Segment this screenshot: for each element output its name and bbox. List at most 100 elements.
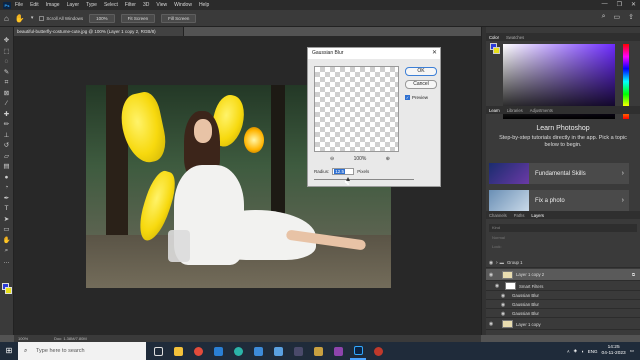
- filter-row[interactable]: ◉ Gaussian Blur: [486, 292, 640, 300]
- visibility-eye-icon[interactable]: ◉: [486, 321, 496, 327]
- eraser-tool-icon[interactable]: ▱: [2, 153, 12, 160]
- fill-screen-button[interactable]: Fill Screen: [161, 13, 197, 23]
- file-explorer-icon[interactable]: [170, 342, 186, 360]
- menu-help[interactable]: Help: [199, 2, 209, 8]
- background-color-swatch[interactable]: [5, 287, 12, 294]
- store-icon[interactable]: [210, 342, 226, 360]
- menu-select[interactable]: Select: [104, 2, 118, 8]
- zoom-out-icon[interactable]: ⊖: [330, 156, 334, 162]
- taskbar-search-input[interactable]: ⌕ Type here to search: [18, 342, 146, 360]
- chevron-up-icon[interactable]: ˄: [567, 349, 570, 354]
- layer-filter-kind[interactable]: Kind: [489, 224, 637, 232]
- menu-view[interactable]: View: [156, 2, 167, 8]
- fit-screen-button[interactable]: Fit Screen: [120, 13, 156, 23]
- brush-tool-icon[interactable]: ✏: [2, 121, 12, 128]
- zoom-level[interactable]: 100%: [18, 336, 28, 341]
- scroll-all-windows-checkbox[interactable]: Scroll All Windows: [39, 15, 83, 21]
- search-icon[interactable]: ⌕: [602, 13, 606, 21]
- app-icon[interactable]: [370, 342, 386, 360]
- hand-tool-icon[interactable]: ✋: [2, 237, 12, 244]
- volume-icon[interactable]: ◖: [581, 349, 584, 354]
- tab-color[interactable]: Color: [489, 35, 499, 40]
- hand-tool-icon[interactable]: ✋: [15, 14, 25, 23]
- chevron-right-icon[interactable]: ›: [496, 260, 498, 266]
- tab-channels[interactable]: Channels: [489, 213, 507, 218]
- document-tab[interactable]: beautiful-butterfly-costume-cute.jpg @ 1…: [14, 27, 184, 36]
- visibility-eye-icon[interactable]: ◉: [498, 293, 508, 299]
- close-icon[interactable]: ✕: [432, 49, 437, 56]
- clone-stamp-tool-icon[interactable]: ⊥: [2, 132, 12, 139]
- frame-tool-icon[interactable]: ⊠: [2, 90, 12, 97]
- visibility-eye-icon[interactable]: ◉: [498, 311, 508, 317]
- checkbox-box[interactable]: [39, 15, 45, 21]
- app-icon[interactable]: [330, 342, 346, 360]
- home-icon[interactable]: ⌂: [4, 14, 9, 23]
- clock[interactable]: 14:25 04-11-2023: [602, 345, 626, 357]
- menu-3d[interactable]: 3D: [143, 2, 149, 8]
- mail-icon[interactable]: [250, 342, 266, 360]
- dodge-tool-icon[interactable]: ◔: [2, 184, 12, 191]
- share-icon[interactable]: ⇪: [628, 13, 634, 21]
- visibility-eye-icon[interactable]: ◉: [492, 283, 502, 289]
- tab-learn[interactable]: Learn: [489, 108, 500, 113]
- chrome-icon[interactable]: [190, 342, 206, 360]
- visibility-eye-icon[interactable]: ◉: [486, 272, 496, 278]
- notifications-icon[interactable]: ▭: [630, 348, 634, 354]
- ok-button[interactable]: OK: [405, 67, 437, 76]
- learn-card-fundamental-skills[interactable]: Fundamental Skills ›: [489, 163, 629, 184]
- eyedropper-tool-icon[interactable]: ⁄: [2, 100, 12, 107]
- menu-type[interactable]: Type: [86, 2, 97, 8]
- more-tools-icon[interactable]: …: [2, 258, 12, 265]
- healing-brush-tool-icon[interactable]: ✚: [2, 111, 12, 118]
- menu-window[interactable]: Window: [174, 2, 192, 8]
- restore-icon[interactable]: ❐: [617, 1, 622, 8]
- preview-window[interactable]: [314, 66, 399, 152]
- move-tool-icon[interactable]: ✥: [2, 37, 12, 44]
- zoom-tool-icon[interactable]: ⌕: [2, 247, 12, 254]
- app-icon[interactable]: [310, 342, 326, 360]
- smart-filters-row[interactable]: ◉ Smart Filters: [486, 282, 640, 291]
- rectangle-tool-icon[interactable]: ▭: [2, 226, 12, 233]
- network-icon[interactable]: ◈: [574, 348, 577, 354]
- path-select-tool-icon[interactable]: ➤: [2, 216, 12, 223]
- layer-row-selected[interactable]: ◉ Layer 1 copy 2 ⧉: [486, 269, 640, 281]
- lasso-tool-icon[interactable]: ◌: [2, 58, 12, 65]
- app-icon[interactable]: [290, 342, 306, 360]
- chevron-down-icon[interactable]: ▾: [31, 15, 34, 21]
- menu-edit[interactable]: Edit: [30, 2, 39, 8]
- tab-paths[interactable]: Paths: [514, 213, 525, 218]
- layer-row-group[interactable]: ◉ › ▬ Group 1: [486, 258, 640, 268]
- windows-start-icon[interactable]: ⊞: [0, 342, 18, 360]
- preview-checkbox[interactable]: ✓ Preview: [405, 95, 428, 100]
- photoshop-taskbar-icon[interactable]: [350, 342, 366, 360]
- quick-select-tool-icon[interactable]: ✎: [2, 69, 12, 76]
- visibility-eye-icon[interactable]: ◉: [486, 260, 496, 266]
- checkmark-icon[interactable]: ✓: [405, 95, 410, 100]
- type-tool-icon[interactable]: T: [2, 205, 12, 212]
- gradient-tool-icon[interactable]: ▤: [2, 163, 12, 170]
- minimize-icon[interactable]: —: [602, 1, 608, 8]
- blend-mode-select[interactable]: Normal: [489, 234, 637, 242]
- blur-tool-icon[interactable]: ●: [2, 174, 12, 181]
- app-icon[interactable]: [270, 342, 286, 360]
- menu-image[interactable]: Image: [46, 2, 60, 8]
- zoom-100-button[interactable]: 100%: [89, 13, 115, 23]
- language-indicator[interactable]: ENG: [588, 349, 598, 354]
- task-view-icon[interactable]: [150, 342, 166, 360]
- layer-row[interactable]: ◉ Layer 1 copy: [486, 319, 640, 330]
- tab-swatches[interactable]: Swatches: [506, 35, 524, 40]
- tab-layers[interactable]: Layers: [531, 213, 544, 218]
- radius-slider[interactable]: [314, 179, 414, 180]
- workspace-icon[interactable]: ▭: [614, 13, 621, 21]
- filter-row[interactable]: ◉ Gaussian Blur: [486, 301, 640, 309]
- marquee-tool-icon[interactable]: ⬚: [2, 48, 12, 55]
- close-icon[interactable]: ✕: [631, 1, 636, 8]
- edge-icon[interactable]: [230, 342, 246, 360]
- menu-file[interactable]: File: [15, 2, 23, 8]
- crop-tool-icon[interactable]: ⌗: [2, 79, 12, 86]
- menu-layer[interactable]: Layer: [67, 2, 80, 8]
- pen-tool-icon[interactable]: ✒: [2, 195, 12, 202]
- zoom-in-icon[interactable]: ⊕: [386, 156, 390, 162]
- history-brush-tool-icon[interactable]: ↺: [2, 142, 12, 149]
- filter-row[interactable]: ◉ Gaussian Blur: [486, 310, 640, 318]
